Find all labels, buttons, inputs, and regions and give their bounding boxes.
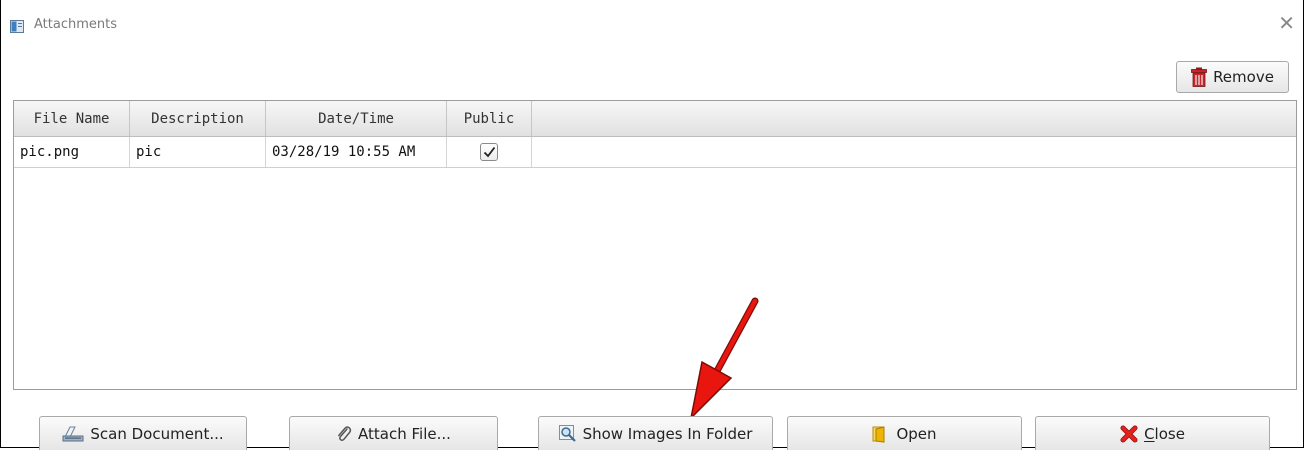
checkmark-icon	[483, 146, 495, 158]
title-bar: Attachments ✕	[1, 0, 1303, 48]
open-label: Open	[896, 424, 937, 443]
column-header-date-time[interactable]: Date/Time	[266, 101, 447, 136]
window-app-icon	[10, 20, 24, 33]
column-header-public[interactable]: Public	[447, 101, 532, 136]
remove-button-label: Remove	[1213, 68, 1274, 86]
column-header-file-name[interactable]: File Name	[14, 101, 130, 136]
close-label: Close	[1144, 424, 1185, 443]
attachments-dialog: Attachments ✕ Remove File Name Descripti…	[0, 0, 1304, 450]
folder-icon	[872, 425, 885, 443]
window-close-icon[interactable]: ✕	[1278, 13, 1295, 33]
cell-file-name: pic.png	[14, 137, 130, 167]
show-images-label: Show Images In Folder	[582, 424, 753, 443]
public-checkbox[interactable]	[480, 143, 498, 161]
attach-file-button[interactable]: Attach File...	[289, 416, 498, 450]
window-title: Attachments	[34, 17, 117, 32]
cell-date-time: 03/28/19 10:55 AM	[266, 137, 447, 167]
red-x-icon	[1120, 425, 1138, 442]
remove-button[interactable]: Remove	[1176, 61, 1289, 93]
open-button[interactable]: Open	[787, 416, 1022, 450]
cell-public	[447, 137, 532, 167]
table-row[interactable]: pic.png pic 03/28/19 10:55 AM	[14, 137, 1296, 168]
scanner-icon	[62, 426, 84, 441]
table-header: File Name Description Date/Time Public	[14, 101, 1296, 137]
cell-description: pic	[130, 137, 266, 167]
close-button[interactable]: Close	[1035, 416, 1270, 450]
scan-document-label: Scan Document...	[90, 424, 224, 443]
column-header-description[interactable]: Description	[130, 101, 266, 136]
attachments-table[interactable]: File Name Description Date/Time Public p…	[13, 100, 1297, 390]
trash-icon	[1191, 67, 1207, 87]
magnifier-icon	[558, 424, 576, 442]
show-images-in-folder-button[interactable]: Show Images In Folder	[538, 416, 773, 450]
scan-document-button[interactable]: Scan Document...	[39, 416, 247, 450]
attach-file-label: Attach File...	[358, 424, 451, 443]
paperclip-icon	[338, 425, 352, 441]
